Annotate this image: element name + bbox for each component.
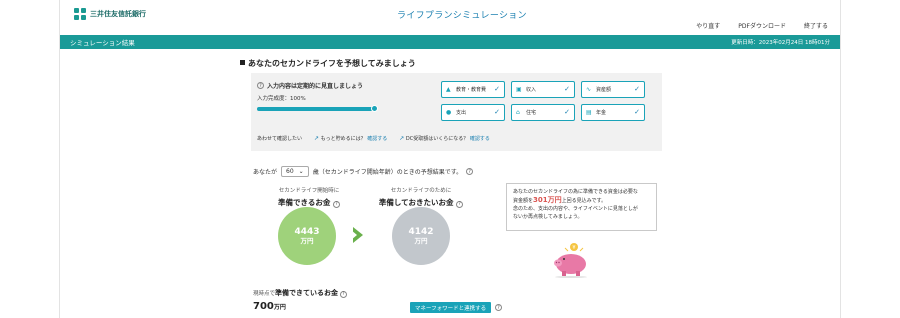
needed-block: セカンドライフのために 準備しておきたいお金 ? xyxy=(372,186,470,208)
help-icon[interactable]: ? xyxy=(466,168,474,175)
trend-icon: ↗ xyxy=(314,135,320,142)
also-check-row: あわせて確認したい ↗ もっと貯めるには？ 確認する ↗ DC受取額はいくらにな… xyxy=(257,135,490,142)
age-select[interactable]: 60 ⌄ xyxy=(281,166,309,177)
help-icon[interactable]: ? xyxy=(257,82,264,89)
section-title: あなたのセカンドライフを予想してみましょう xyxy=(240,58,416,69)
prepared-small: セカンドライフ開始時に xyxy=(278,188,340,194)
chevron-down-icon: ⌄ xyxy=(298,168,304,175)
app-title: ライフプランシミュレーション xyxy=(397,11,527,21)
category-label: 住宅 xyxy=(526,110,537,116)
category-expense[interactable]: ● 支出 ✓ xyxy=(441,104,505,121)
help-icon[interactable]: ? xyxy=(332,200,340,208)
needed-circle: 4142 万円 xyxy=(392,207,450,265)
category-label: 支出 xyxy=(456,110,467,116)
needed-small: セカンドライフのために xyxy=(390,188,452,194)
chart-icon: ∿ xyxy=(586,85,592,93)
check-icon: ✓ xyxy=(494,85,500,93)
category-label: 収入 xyxy=(526,87,537,93)
trend-icon: ↗ xyxy=(399,135,405,142)
completion-text: 入力完成度：100% xyxy=(257,96,306,102)
current-label: 現時点で準備できているお金 ? xyxy=(253,288,347,298)
result-bar: シミュレーション結果 更新日時：2023年02月24日 18時01分 xyxy=(60,35,840,49)
progress-knob xyxy=(371,105,378,112)
category-assets[interactable]: ∿ 資産額 ✓ xyxy=(581,81,645,98)
exit-link[interactable]: 終了する xyxy=(804,21,828,30)
square-bullet-icon xyxy=(240,60,245,65)
surplus-amount: 301万円 xyxy=(533,196,562,204)
house-icon: ⌂ xyxy=(516,108,520,116)
bubble-line1: あなたのセカンドライフの為に準備できる資金は必要な xyxy=(513,189,638,195)
income-icon: ▣ xyxy=(516,85,522,93)
current-amount: 700 xyxy=(253,301,274,312)
confirm-link[interactable]: 確認する xyxy=(470,136,490,142)
confirm-link[interactable]: 確認する xyxy=(367,136,387,142)
prepared-unit: 万円 xyxy=(300,237,314,245)
age-suffix: 歳（セカンドライフ開始年齢）のときの予想結果です。 xyxy=(312,169,463,176)
help-icon[interactable]: ? xyxy=(456,200,464,208)
progress-fill xyxy=(257,107,375,111)
check-icon: ✓ xyxy=(634,85,640,93)
needed-unit: 万円 xyxy=(414,237,428,245)
svg-text:¥: ¥ xyxy=(572,245,575,251)
bubble-line2-post: 上回る見込みです。 xyxy=(561,198,607,204)
document-icon: ▤ xyxy=(586,108,592,116)
prepared-block: セカンドライフ開始時に 準備できるお金 ? xyxy=(266,186,352,208)
current-label-pre: 現時点で xyxy=(253,291,276,297)
also-item-text: もっと貯めるには？ xyxy=(320,136,366,142)
check-icon: ✓ xyxy=(494,108,500,116)
brand-name: 三井住友信託銀行 xyxy=(90,10,146,18)
brand-logo[interactable]: 三井住友信託銀行 xyxy=(74,8,146,20)
also-item-dc: ↗ DC受取額はいくらになる？ 確認する xyxy=(399,135,490,142)
prepared-circle: 4443 万円 xyxy=(278,207,336,265)
category-pension[interactable]: ▤ 年金 ✓ xyxy=(581,104,645,121)
help-icon[interactable]: ? xyxy=(339,290,347,298)
input-panel: ? 入力内容は定期的に見直しましょう 入力完成度：100% ▲ 教育・教育費 ✓… xyxy=(251,73,662,151)
bubble-line2: 資金額を301万円上回る見込みです。 xyxy=(513,196,650,205)
help-icon[interactable]: ? xyxy=(495,304,502,311)
updated-time: 更新日時：2023年02月24日 18時01分 xyxy=(731,40,830,46)
age-value: 60 xyxy=(286,168,294,175)
pdf-download-link[interactable]: PDFダウンロード xyxy=(738,21,786,30)
completion-progress xyxy=(257,105,378,112)
age-prefix: あなたが xyxy=(253,169,278,176)
section-title-text: あなたのセカンドライフを予想してみましょう xyxy=(248,59,416,68)
check-icon: ✓ xyxy=(634,108,640,116)
category-housing[interactable]: ⌂ 住宅 ✓ xyxy=(511,104,575,121)
redo-link[interactable]: やり直す xyxy=(696,21,720,30)
check-icon: ✓ xyxy=(564,108,570,116)
check-text: 入力内容は定期的に見直しましょう xyxy=(267,83,364,90)
wallet-icon: ● xyxy=(446,108,452,116)
also-item-text: DC受取額はいくらになる？ xyxy=(405,136,469,142)
category-education[interactable]: ▲ 教育・教育費 ✓ xyxy=(441,81,505,98)
bubble-line2-pre: 資金額を xyxy=(513,198,534,204)
also-item-save-more: ↗ もっと貯めるには？ 確認する xyxy=(314,135,387,142)
bubble-line3: 念のため、支出の内容や、ライフイベントに見落としが xyxy=(513,206,638,212)
page-frame: 三井住友信託銀行 ライフプランシミュレーション やり直す PDFダウンロード 終… xyxy=(59,0,841,318)
arrow-inner xyxy=(351,230,357,240)
category-label: 教育・教育費 xyxy=(456,87,487,93)
advice-bubble: あなたのセカンドライフの為に準備できる資金は必要な 資金額を301万円上回る見込… xyxy=(506,183,657,231)
current-unit: 万円 xyxy=(273,304,286,311)
graduation-icon: ▲ xyxy=(446,85,451,93)
bubble-line4: ないか再点検してみましょう。 xyxy=(513,214,583,220)
check-icon: ✓ xyxy=(564,85,570,93)
age-line: あなたが 60 ⌄ 歳（セカンドライフ開始年齢）のときの予想結果です。 ? xyxy=(253,166,474,177)
category-income[interactable]: ▣ 収入 ✓ xyxy=(511,81,575,98)
needed-amount: 4142 xyxy=(408,227,434,237)
top-links: やり直す PDFダウンロード 終了する xyxy=(696,21,828,30)
piggy-bank-icon: ¥ xyxy=(554,243,587,278)
brand-mark-icon xyxy=(74,8,86,20)
needed-big: 準備しておきたいお金 xyxy=(378,198,454,207)
category-label: 資産額 xyxy=(596,87,612,93)
prepared-big: 準備できるお金 xyxy=(278,198,331,207)
check-line: ? 入力内容は定期的に見直しましょう xyxy=(257,81,363,90)
prepared-amount: 4443 xyxy=(294,227,320,237)
current-amount-row: 700万円 xyxy=(253,301,286,312)
also-label: あわせて確認したい xyxy=(257,136,303,142)
result-bar-title: シミュレーション結果 xyxy=(70,39,135,47)
category-grid: ▲ 教育・教育費 ✓ ▣ 収入 ✓ ∿ 資産額 ✓ ● 支出 ✓ ⌂ 住宅 ✓ … xyxy=(441,81,645,121)
moneyforward-link-button[interactable]: マネーフォワードと連携する xyxy=(410,302,491,313)
current-label-bold: 準備できているお金 xyxy=(275,289,339,297)
category-label: 年金 xyxy=(596,110,607,116)
